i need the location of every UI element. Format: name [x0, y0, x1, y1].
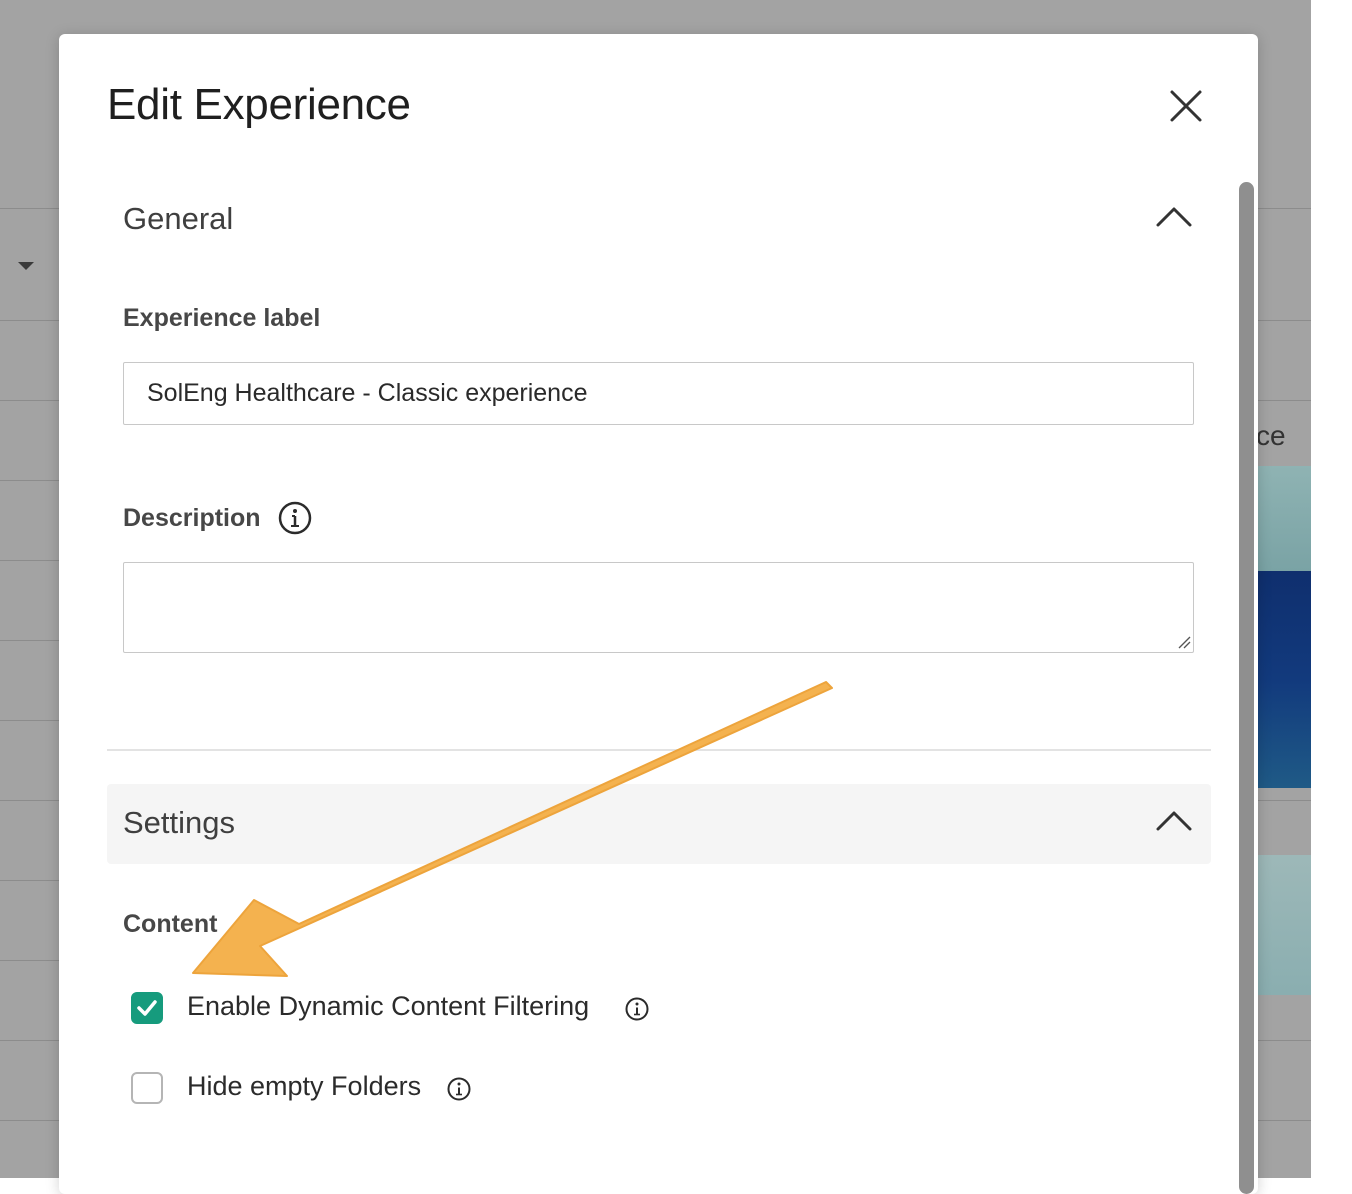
- background-text: ce: [1256, 420, 1286, 451]
- hide-empty-folders-checkbox[interactable]: [131, 1072, 163, 1104]
- general-section-header[interactable]: General: [107, 180, 1211, 260]
- caret-down-icon: [18, 262, 34, 270]
- background-thumbnail: [1256, 855, 1311, 995]
- enable-dynamic-content-filtering-label: Enable Dynamic Content Filtering: [187, 991, 590, 1021]
- description-textarea[interactable]: [123, 562, 1194, 653]
- scrollbar-thumb[interactable]: [1239, 182, 1254, 1194]
- checkmark-icon: [137, 1000, 157, 1016]
- info-icon[interactable]: [625, 997, 649, 1021]
- info-icon[interactable]: [278, 501, 312, 535]
- content-label: Content: [123, 910, 218, 938]
- edit-experience-modal: Edit Experience General Experience label…: [59, 34, 1258, 1194]
- chevron-up-icon: [1156, 811, 1192, 831]
- experience-label-input[interactable]: [123, 362, 1194, 425]
- hide-empty-folders-label: Hide empty Folders: [187, 1071, 422, 1101]
- general-section-title: General: [123, 201, 234, 236]
- description-label: Description: [123, 504, 261, 532]
- modal-title: Edit Experience: [107, 80, 411, 129]
- info-icon[interactable]: [447, 1077, 471, 1101]
- background-thumbnail: [1256, 571, 1311, 788]
- settings-section-header[interactable]: Settings: [107, 784, 1211, 864]
- section-divider: [107, 749, 1211, 751]
- close-button[interactable]: [1164, 84, 1208, 128]
- experience-label-label: Experience label: [123, 304, 321, 332]
- close-icon: [1170, 90, 1202, 122]
- resize-handle-icon[interactable]: [1177, 635, 1191, 649]
- chevron-up-icon: [1156, 207, 1192, 227]
- settings-section-title: Settings: [123, 805, 236, 840]
- enable-dynamic-content-filtering-checkbox[interactable]: [131, 992, 163, 1024]
- background-thumbnail: [1256, 466, 1311, 571]
